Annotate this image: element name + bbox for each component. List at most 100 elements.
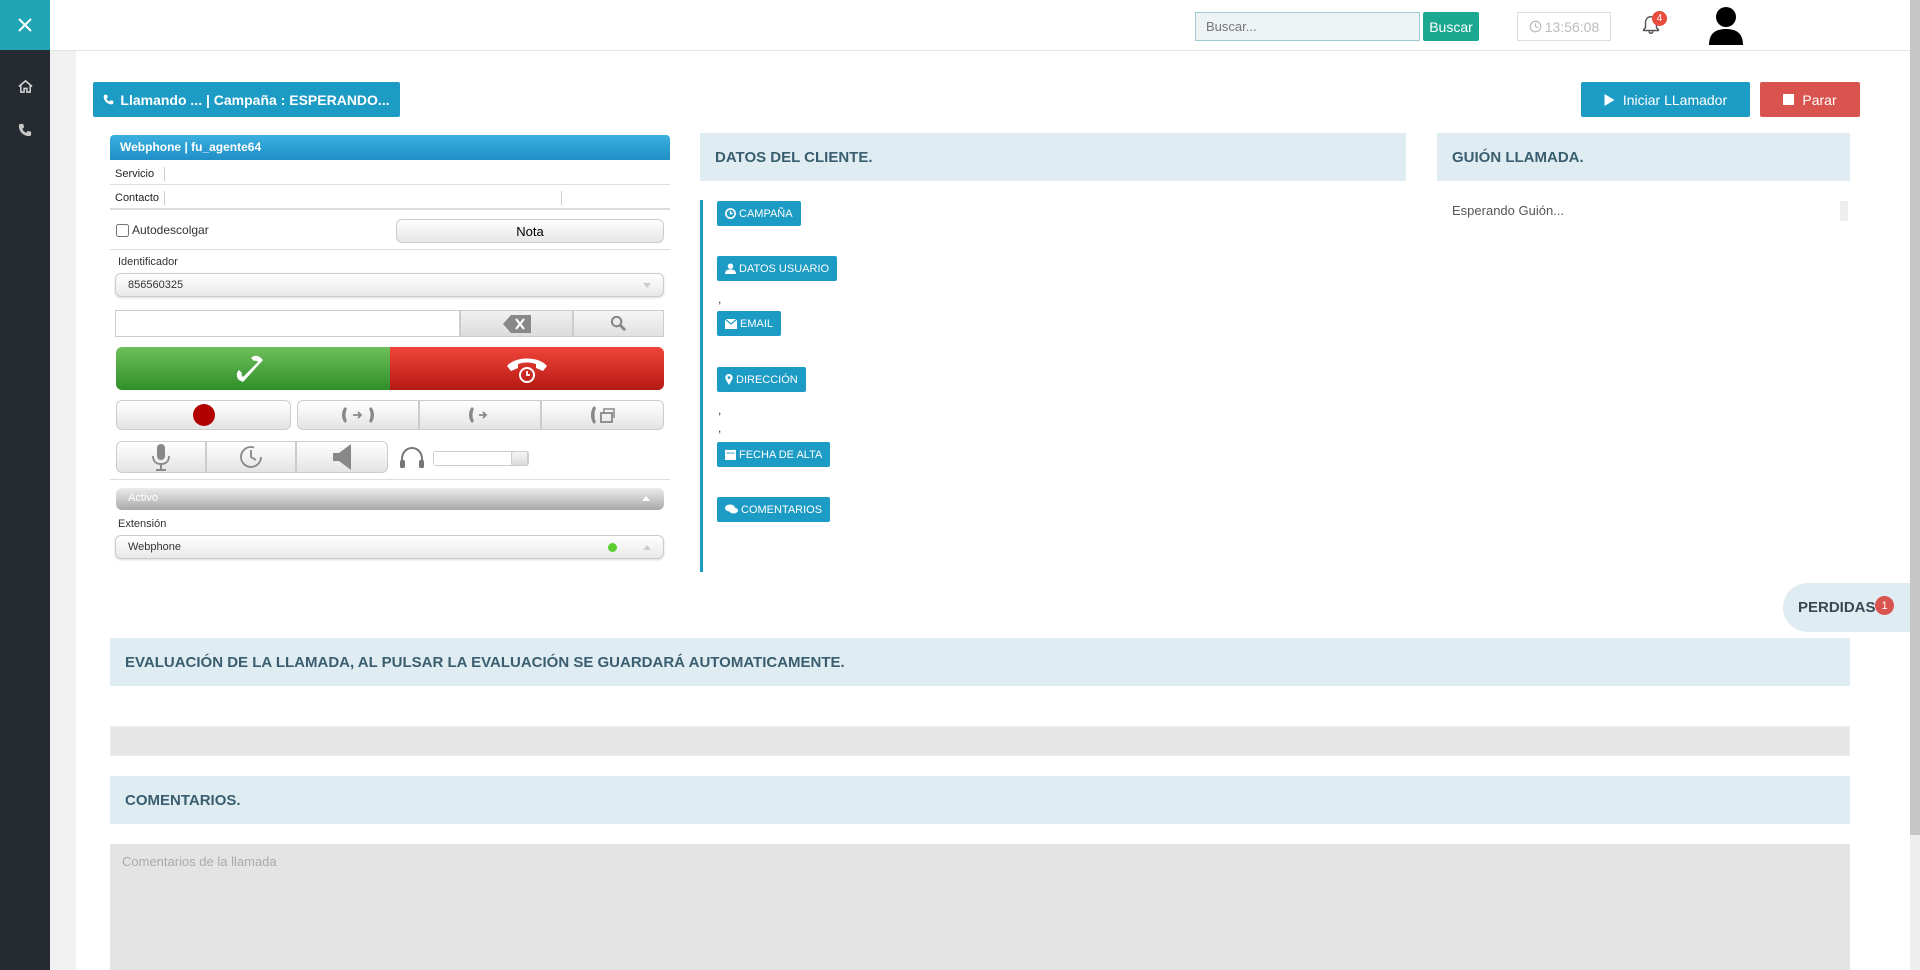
datos-cliente-accent-bar xyxy=(700,200,703,572)
comentarios-textarea[interactable] xyxy=(110,844,1850,970)
record-button[interactable] xyxy=(116,400,291,430)
sidebar-close-button[interactable] xyxy=(0,0,50,50)
avatar[interactable] xyxy=(1707,5,1745,45)
comentarios-label: COMENTARIOS xyxy=(741,503,823,516)
evaluacion-header: EVALUACIÓN DE LA LLAMADA, AL PULSAR LA E… xyxy=(110,638,1850,686)
hangup-button[interactable] xyxy=(390,347,664,390)
email-button[interactable]: EMAIL xyxy=(717,311,782,336)
identificador-label: Identificador xyxy=(118,256,178,268)
fecha-alta-label: FECHA DE ALTA xyxy=(739,448,823,461)
record-icon xyxy=(192,404,215,426)
start-caller-label: Iniciar LLamador xyxy=(1622,91,1728,108)
comentarios-header: COMENTARIOS. xyxy=(110,776,1850,824)
mute-button[interactable] xyxy=(116,441,206,473)
backspace-button[interactable] xyxy=(460,310,573,337)
guion-llamada-header: GUIÓN LLAMADA. xyxy=(1437,133,1850,181)
empty-field-comma: , xyxy=(718,403,722,417)
empty-field-comma: , xyxy=(718,421,722,435)
campana-label: CAMPAÑA xyxy=(739,207,793,220)
notification-badge: 4 xyxy=(1652,11,1667,26)
history-icon xyxy=(240,446,262,468)
forward-button[interactable] xyxy=(419,400,541,430)
email-label: EMAIL xyxy=(740,317,774,330)
clock-time: 13:56:08 xyxy=(1544,18,1600,35)
lookup-button[interactable] xyxy=(573,310,664,337)
call-status-button[interactable]: Llamando ... | Campaña : ESPERANDO... xyxy=(93,82,400,117)
volume-slider-handle[interactable] xyxy=(511,451,528,466)
page-scrollbar-thumb[interactable] xyxy=(1910,0,1920,835)
history-button[interactable] xyxy=(206,441,296,473)
campana-button[interactable]: CAMPAÑA xyxy=(717,201,801,226)
direccion-button[interactable]: DIRECCIÓN xyxy=(717,367,806,392)
calendar-icon xyxy=(725,449,736,460)
contacto-label: Contacto xyxy=(115,192,160,204)
stop-button[interactable]: Parar xyxy=(1760,82,1860,117)
search-input[interactable] xyxy=(1195,12,1420,41)
microphone-icon xyxy=(152,444,170,471)
transfer-icon xyxy=(342,407,374,423)
volume-slider[interactable] xyxy=(433,451,529,466)
chevron-up-icon xyxy=(643,545,651,550)
fecha-alta-button[interactable]: FECHA DE ALTA xyxy=(717,442,831,467)
identificador-value: 856560325 xyxy=(128,279,184,291)
top-bar xyxy=(50,0,1910,51)
comments-icon xyxy=(725,504,738,514)
extension-value: Webphone xyxy=(128,541,182,553)
contacto-row: Contacto xyxy=(110,187,670,209)
conference-button[interactable] xyxy=(541,400,664,430)
divider xyxy=(110,479,670,480)
stop-icon xyxy=(1783,94,1795,105)
empty-field-comma: , xyxy=(718,292,722,306)
close-icon xyxy=(18,18,32,32)
search-button[interactable]: Buscar xyxy=(1423,12,1479,41)
home-icon xyxy=(17,79,33,93)
sidebar-item-home[interactable] xyxy=(0,66,50,106)
guion-scrollbar[interactable] xyxy=(1840,201,1848,221)
datos-usuario-label: DATOS USUARIO xyxy=(739,262,830,275)
dial-number-input[interactable] xyxy=(115,310,460,337)
user-icon xyxy=(725,263,736,274)
agent-status-select[interactable]: Activo xyxy=(116,488,664,510)
comentarios-button[interactable]: COMENTARIOS xyxy=(717,497,831,522)
webphone-panel: Webphone | fu_agente64 Servicio Contacto… xyxy=(110,135,670,565)
servicio-row: Servicio xyxy=(110,163,670,185)
servicio-label: Servicio xyxy=(115,168,155,180)
phone-icon xyxy=(104,94,114,105)
hangup-icon xyxy=(507,358,547,383)
datos-usuario-button[interactable]: DATOS USUARIO xyxy=(717,256,838,281)
stop-label: Parar xyxy=(1802,91,1837,108)
perdidas-badge: 1 xyxy=(1875,596,1894,615)
evaluacion-options[interactable] xyxy=(110,726,1850,756)
extension-select[interactable]: Webphone xyxy=(115,535,664,559)
autodescolgar-input[interactable] xyxy=(116,223,129,237)
backspace-icon xyxy=(502,314,531,333)
volume-fill xyxy=(434,452,512,465)
webphone-title: Webphone | fu_agente64 xyxy=(110,135,670,160)
envelope-icon xyxy=(725,318,737,329)
note-button[interactable]: Nota xyxy=(396,219,664,243)
start-caller-button[interactable]: Iniciar LLamador xyxy=(1581,82,1750,117)
call-status-label: Llamando ... | Campaña : ESPERANDO... xyxy=(120,91,390,108)
autodescolgar-checkbox[interactable]: Autodescolgar xyxy=(116,223,209,237)
identificador-select[interactable]: 856560325 xyxy=(115,273,664,297)
chevron-up-icon xyxy=(642,496,650,501)
divider xyxy=(110,249,670,250)
search-icon xyxy=(610,315,627,332)
direccion-label: DIRECCIÓN xyxy=(736,373,798,386)
call-button[interactable] xyxy=(116,347,390,390)
datos-cliente-header: DATOS DEL CLIENTE. xyxy=(700,133,1406,181)
forward-icon xyxy=(469,407,488,423)
chevron-down-icon xyxy=(643,283,651,288)
guion-text: Esperando Guión... xyxy=(1452,203,1565,218)
transfer-button[interactable] xyxy=(297,400,419,430)
phone-handset-icon xyxy=(236,355,263,382)
headset-icon xyxy=(400,446,424,468)
sidebar-item-phone[interactable] xyxy=(0,110,50,150)
extension-label: Extensión xyxy=(118,518,167,530)
speaker-button[interactable] xyxy=(296,441,388,473)
autodescolgar-label: Autodescolgar xyxy=(132,223,209,237)
phone-icon xyxy=(18,123,32,137)
clock-icon xyxy=(1529,20,1542,33)
speaker-icon xyxy=(333,444,351,470)
extension-status-dot xyxy=(608,543,617,552)
